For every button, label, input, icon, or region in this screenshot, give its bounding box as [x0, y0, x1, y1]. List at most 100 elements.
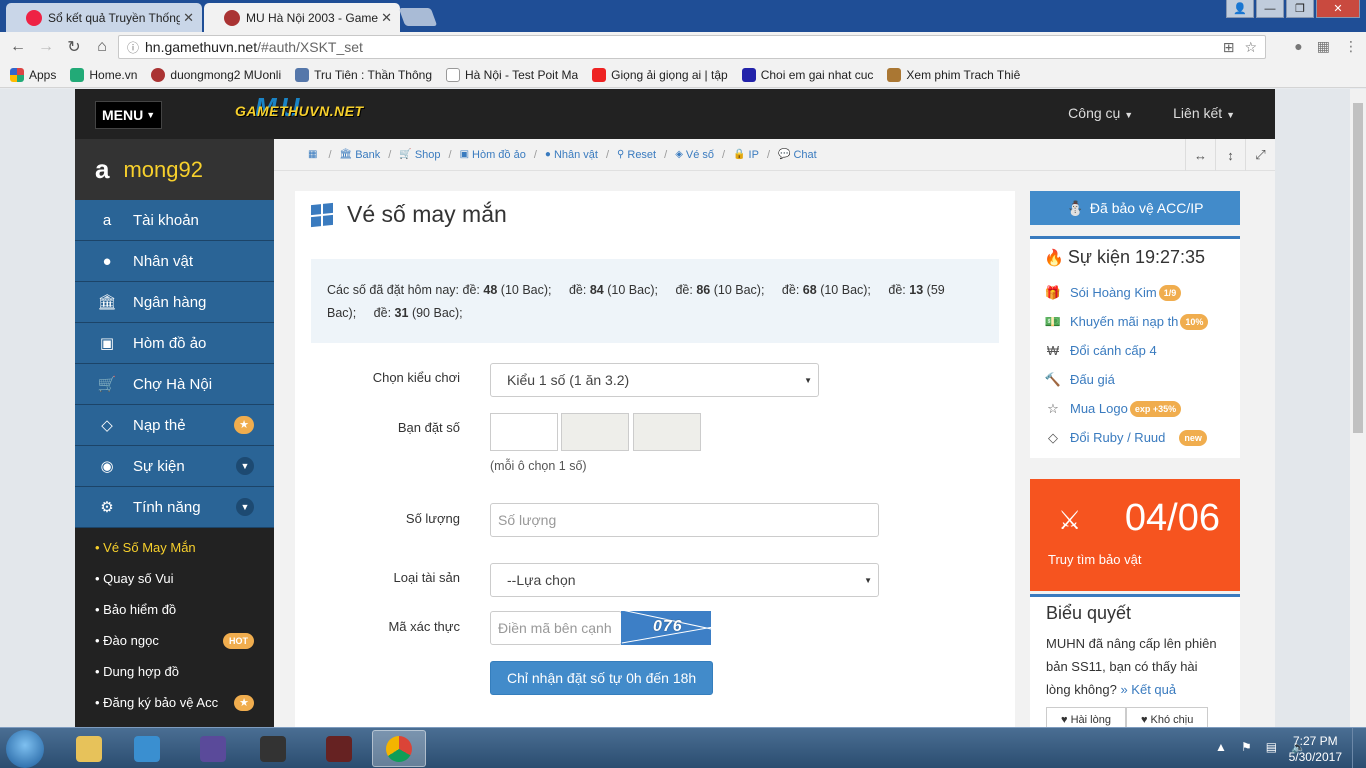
close-window-icon[interactable]: ✕ [1316, 0, 1360, 18]
bookmark-item[interactable]: duongmong2 MUonli [151, 67, 281, 82]
breadcrumb-bank[interactable]: 🏛 Bank / [340, 149, 400, 161]
poll-result-link[interactable]: » Kết quả [1120, 682, 1176, 697]
tab-close-icon[interactable]: ✕ [183, 10, 194, 26]
bookmark-item[interactable]: Choi em gai nhat cuc [741, 67, 873, 82]
sidebar-item-account[interactable]: a Tài khoản [75, 200, 274, 241]
tray-arrow-icon[interactable]: ▲ [1215, 740, 1227, 754]
breadcrumb-calendar[interactable]: ▦ / [308, 149, 340, 161]
home-icon[interactable]: ⌂ [88, 38, 116, 56]
breadcrumb-chat[interactable]: 💬 Chat [778, 149, 817, 161]
treasure-countdown[interactable]: ⚔ 04/06 Truy tìm bảo vật [1030, 479, 1240, 591]
nav-tools[interactable]: Công cụ ▼ [1068, 105, 1133, 121]
taskbar-media-player[interactable] [120, 730, 174, 767]
bookmark-item[interactable]: Giọng ải giọng ai | tập [592, 67, 728, 82]
submenu-lottery[interactable]: • Vé Số May Mắn [75, 532, 274, 563]
taskbar-explorer[interactable] [62, 730, 116, 767]
info-icon[interactable]: ⓘ [127, 39, 139, 56]
scrollbar-thumb[interactable] [1353, 103, 1363, 433]
extension-icon[interactable]: ● [1294, 38, 1302, 55]
expand-vertical-icon[interactable]: ↕ [1215, 139, 1245, 171]
minimize-icon[interactable]: — [1256, 0, 1284, 18]
taskbar-mu-game[interactable] [246, 730, 300, 767]
event-item[interactable]: 🎁 Sói Hoàng Kim 1/9 [1044, 278, 1226, 307]
chevron-down-icon[interactable]: ▼ [236, 498, 254, 516]
event-item[interactable]: ☆ Mua Logo exp +35% [1044, 394, 1226, 423]
new-tab-button[interactable] [398, 8, 438, 26]
event-item[interactable]: 💵 Khuyến mãi nạp th 10% [1044, 307, 1226, 336]
bookmark-favicon-icon [887, 67, 902, 82]
quantity-input[interactable]: Số lượng [490, 503, 879, 537]
user-icon[interactable]: 👤 [1226, 0, 1254, 18]
network-icon[interactable]: ▤ [1266, 740, 1277, 754]
tab-close-icon[interactable]: ✕ [381, 10, 392, 26]
poll-yes-button[interactable]: ♥ Hài lòng [1046, 707, 1126, 727]
submenu-spin[interactable]: • Quay số Vui [75, 563, 274, 594]
chevron-down-icon[interactable]: ▼ [236, 457, 254, 475]
breadcrumb-shop[interactable]: 🛒 Shop / [399, 149, 459, 161]
bookmark-apps[interactable]: Apps [10, 67, 56, 82]
event-badge: exp +35% [1129, 400, 1182, 417]
submenu-gem[interactable]: • Đào ngọc HOT [75, 625, 274, 656]
show-desktop-button[interactable] [1352, 728, 1366, 768]
sidebar-item-bank[interactable]: 🏛 Ngân hàng [75, 282, 274, 323]
poll-no-button[interactable]: ♥ Khó chịu [1125, 707, 1209, 727]
reload-icon[interactable]: ↻ [60, 37, 88, 57]
submit-button[interactable]: Chỉ nhận đặt số tự 0h đến 18h [490, 661, 714, 695]
bookmark-star-icon[interactable]: ☆ [1244, 39, 1257, 56]
quantity-label: Số lượng [405, 511, 460, 526]
taskbar-mu-game[interactable] [312, 730, 366, 767]
sidebar-item-topup[interactable]: ◇ Nạp thẻ ★ [75, 405, 274, 446]
translate-icon[interactable]: ⊞ [1223, 39, 1235, 56]
sidebar-item-events[interactable]: ◉ Sự kiện ▼ [75, 446, 274, 487]
address-bar[interactable]: ⓘ hn.gamethuvn.net/#auth/XSKT_set ⊞ ☆ [118, 35, 1266, 59]
bookmark-item[interactable]: Hà Nội - Test Poit Ma [446, 67, 578, 82]
event-item[interactable]: ₩ Đổi cánh cấp 4 [1044, 336, 1226, 365]
event-item[interactable]: 🔨 Đấu giá [1044, 365, 1226, 394]
captcha-input[interactable]: Điền mã bên cạnh [490, 611, 622, 645]
taskbar-clock[interactable]: 7:27 PM 5/30/2017 [1289, 733, 1342, 765]
bank-icon: 🏛 [97, 294, 117, 311]
browser-tab-2[interactable]: MU Hà Nội 2003 - Game ✕ [204, 3, 400, 32]
digit-input-2[interactable] [561, 413, 629, 451]
menu-button[interactable]: MENU ▼ [95, 101, 163, 129]
protect-acc-button[interactable]: ⛄ Đã bảo vệ ACC/IP [1030, 191, 1240, 225]
breadcrumb-lottery[interactable]: ◈ Vé số / [675, 149, 733, 161]
browser-tab-1[interactable]: Sổ kết quả Truyền Thống ✕ [6, 3, 202, 32]
submenu-insurance[interactable]: • Bảo hiểm đồ [75, 594, 274, 625]
bookmark-item[interactable]: Home.vn [70, 67, 137, 82]
page-scrollbar[interactable] [1350, 89, 1366, 727]
diamond-icon: ◇ [101, 417, 113, 434]
breadcrumb-inventory[interactable]: ▣ Hòm đồ ảo / [460, 149, 545, 161]
breadcrumb-ip[interactable]: 🔒 IP / [733, 149, 778, 161]
folder-icon [76, 735, 102, 762]
taskbar-app[interactable] [186, 730, 240, 767]
submenu-fusion[interactable]: • Dung hợp đồ [75, 656, 274, 687]
digit-input-3[interactable] [633, 413, 701, 451]
breadcrumb-character[interactable]: ● Nhân vật / [545, 149, 617, 161]
fullscreen-icon[interactable]: ⤢ [1245, 139, 1275, 171]
back-icon[interactable]: ← [4, 38, 32, 56]
sidebar-item-features[interactable]: ⚙ Tính năng ▼ [75, 487, 274, 528]
nav-links[interactable]: Liên kết ▼ [1173, 105, 1235, 121]
youtube-icon [592, 67, 607, 82]
chrome-menu-icon[interactable]: ⋮ [1344, 38, 1358, 55]
digit-input-1[interactable] [490, 413, 558, 451]
sidebar-item-market[interactable]: 🛒 Chợ Hà Nội [75, 364, 274, 405]
breadcrumb-reset[interactable]: ⚲ Reset / [617, 149, 675, 161]
start-button[interactable] [6, 730, 44, 768]
bookmark-item[interactable]: Xem phim Trach Thiê [887, 67, 1020, 82]
event-item[interactable]: ◇ Đổi Ruby / Ruud new [1044, 423, 1226, 452]
site-logo[interactable]: MU GAMETHUVN.NET [235, 92, 364, 122]
expand-horizontal-icon[interactable]: ↔ [1185, 139, 1215, 171]
tray-flag-icon[interactable]: ⚑ [1241, 740, 1252, 754]
taskbar-chrome[interactable] [372, 730, 426, 767]
play-type-select[interactable]: Kiểu 1 số (1 ăn 3.2) ▼ [490, 363, 819, 397]
sidebar-item-inventory[interactable]: ▣ Hòm đồ ảo [75, 323, 274, 364]
forward-icon[interactable]: → [32, 38, 60, 56]
extension-icon[interactable]: ▦ [1317, 38, 1330, 55]
sidebar-item-character[interactable]: ● Nhân vật [75, 241, 274, 282]
bookmark-item[interactable]: Tru Tiên : Thần Thông [295, 67, 432, 82]
maximize-icon[interactable]: ❐ [1286, 0, 1314, 18]
asset-select[interactable]: --Lựa chọn ▼ [490, 563, 879, 597]
submenu-protect-acc[interactable]: • Đăng ký bảo vệ Acc ★ [75, 687, 274, 718]
